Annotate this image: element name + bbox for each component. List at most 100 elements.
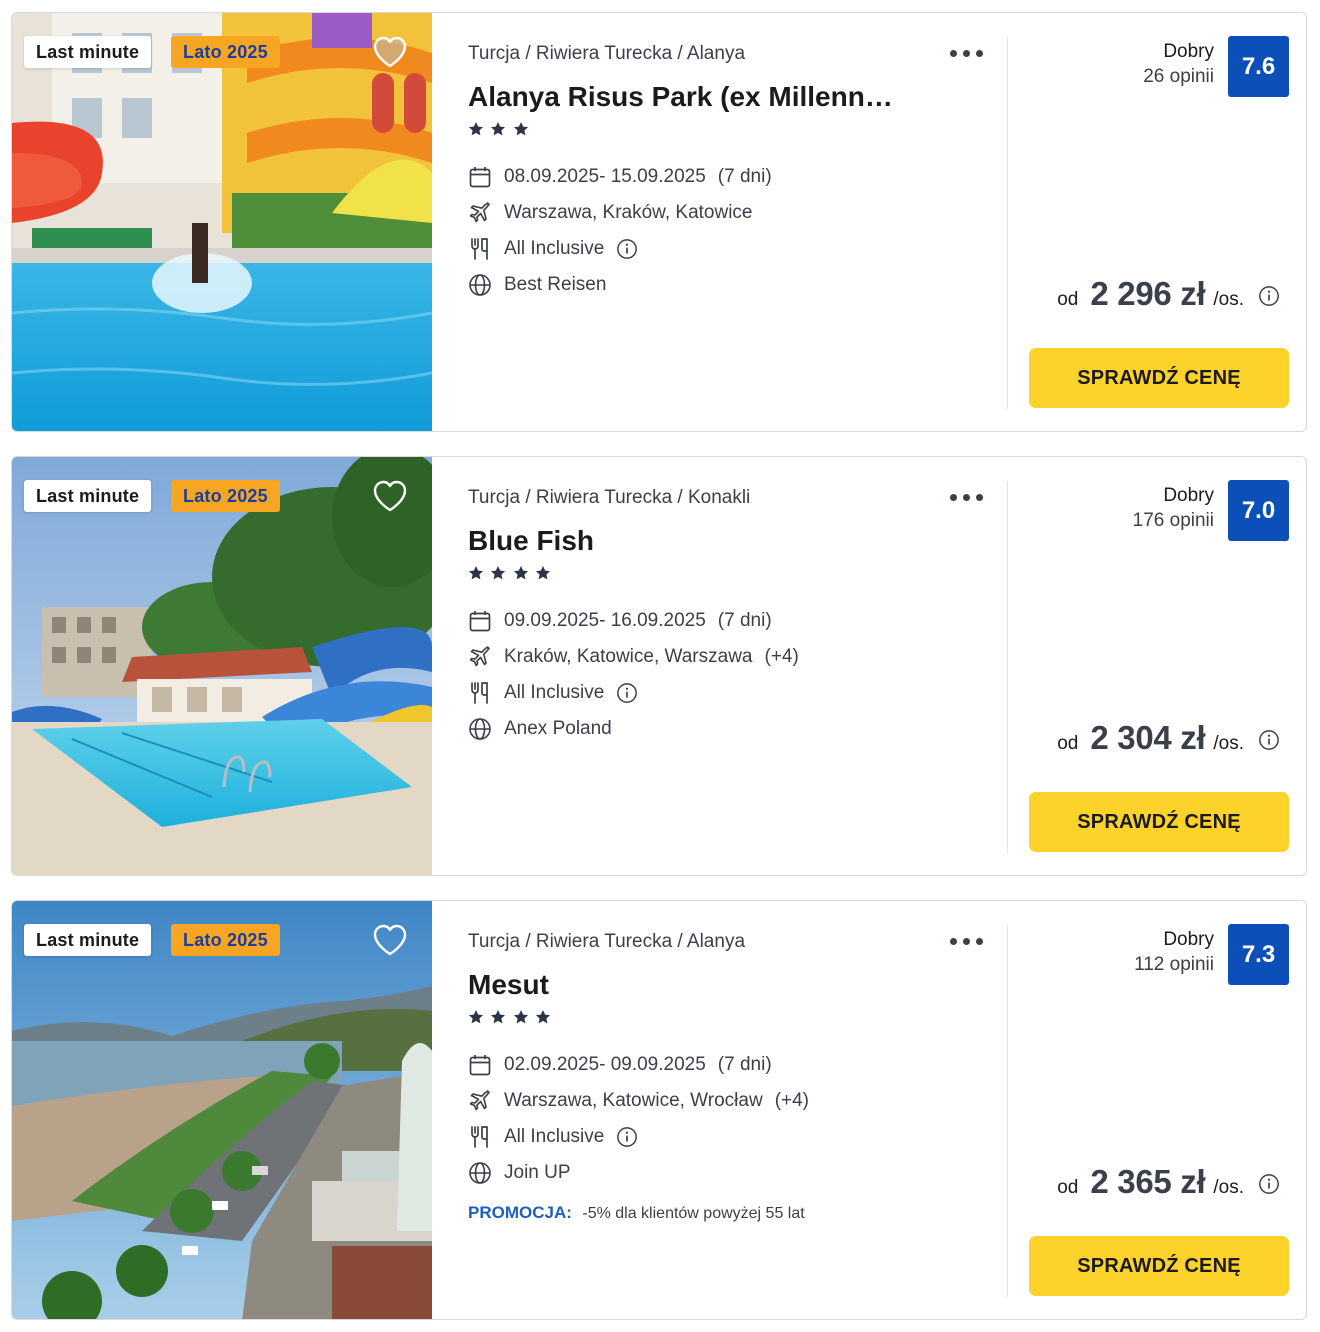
price-info-icon[interactable] [1258,285,1280,307]
plane-icon [469,646,490,667]
rating-word: Dobry [1163,41,1214,62]
star-icon [491,122,506,136]
duration-text: (7 dni) [717,1054,772,1075]
departures-row: Kraków, Katowice, Warszawa (+4) [468,644,799,670]
hotel-pool-waterslide-photo [12,13,432,431]
promotion-text: -5% dla klientów powyżej 55 lat [582,1205,805,1222]
calendar-icon [469,167,491,188]
departures-more[interactable]: (+4) [765,646,799,668]
rating-word: Dobry [1163,929,1214,950]
last-minute-badge: Last minute [24,480,152,512]
review-count: 26 opinii [1143,66,1214,87]
divider [1007,925,1008,1297]
operator-text: Anex Poland [504,718,612,739]
cutlery-icon [471,238,488,260]
more-options-icon[interactable] [950,929,984,953]
globe-icon [469,274,491,296]
price-block: od 2 304 zł /os. [1057,719,1280,757]
rating-score[interactable]: 7.6 [1228,36,1289,97]
operator-row: Join UP [468,1160,571,1186]
more-options-icon[interactable] [950,485,984,509]
hotel-name[interactable]: Blue Fish [468,525,898,557]
price-amount: 2 365 zł [1090,1163,1206,1200]
favorite-heart-icon[interactable] [372,923,408,957]
calendar-icon [469,611,491,632]
check-price-button[interactable]: SPRAWDŹ CENĘ [1029,792,1289,852]
check-price-button[interactable]: SPRAWDŹ CENĘ [1029,1236,1289,1296]
price-info-icon[interactable] [1258,1173,1280,1195]
info-icon[interactable] [616,682,638,704]
offer-card[interactable]: Last minute Lato 2025 Turcja / Riwiera T… [11,12,1307,432]
price-block: od 2 365 zł /os. [1057,1163,1280,1201]
star-icon [536,566,551,580]
check-price-button[interactable]: SPRAWDŹ CENĘ [1029,348,1289,408]
departures-row: Warszawa, Kraków, Katowice [468,200,765,226]
promotion-label: PROMOCJA: [468,1203,572,1222]
price-suffix: /os. [1213,733,1244,754]
star-icon [469,1010,483,1024]
board-text: All Inclusive [504,682,605,703]
offer-info: Turcja / Riwiera Turecka / Konakli Blue … [468,457,993,875]
rating-score[interactable]: 7.0 [1228,480,1289,541]
board-text: All Inclusive [504,1126,605,1147]
last-minute-badge: Last minute [24,36,152,68]
hotel-photo[interactable]: Last minute Lato 2025 [12,457,432,875]
info-icon[interactable] [616,1126,638,1148]
star-icon [513,1010,528,1024]
board-text: All Inclusive [504,238,605,259]
dates-row: 08.09.2025- 15.09.2025 (7 dni) [468,164,772,190]
operator-row: Anex Poland [468,716,612,742]
rating-summary[interactable]: Dobry 176 opinii [1133,485,1214,532]
offer-card[interactable]: Last minute Lato 2025 Turcja / Riwiera T… [11,900,1307,1320]
more-options-icon[interactable] [950,41,984,65]
price-info-icon[interactable] [1258,729,1280,751]
location-breadcrumb[interactable]: Turcja / Riwiera Turecka / Konakli [468,487,750,509]
hotel-name[interactable]: Alanya Risus Park (ex Millennium) [468,81,898,113]
offer-info: Turcja / Riwiera Turecka / Alanya Alanya… [468,13,993,431]
calendar-icon [469,1055,491,1076]
divider [1007,481,1008,853]
hotel-photo[interactable]: Last minute Lato 2025 [12,901,432,1319]
star-icon [491,1010,506,1024]
price-suffix: /os. [1213,289,1244,310]
season-badge: Lato 2025 [171,36,280,68]
hotel-pool-slides-photo [12,457,432,875]
star-rating [468,1009,553,1031]
board-row: All Inclusive [468,236,638,262]
price-prefix: od [1057,733,1079,754]
coastal-town-photo [12,901,432,1319]
rating-summary[interactable]: Dobry 112 opinii [1134,929,1214,976]
price-amount: 2 296 zł [1090,275,1206,312]
price-suffix: /os. [1213,1177,1244,1198]
plane-icon [469,202,490,223]
star-rating [468,565,553,587]
hotel-photo[interactable]: Last minute Lato 2025 [12,13,432,431]
departures-text: Kraków, Katowice, Warszawa [504,646,753,667]
board-row: All Inclusive [468,1124,638,1150]
season-badge: Lato 2025 [171,924,280,956]
departures-row: Warszawa, Katowice, Wrocław (+4) [468,1088,809,1114]
globe-icon [469,1162,491,1184]
favorite-heart-icon[interactable] [372,479,408,513]
duration-text: (7 dni) [717,166,772,187]
favorite-heart-icon[interactable] [372,35,408,69]
offer-card[interactable]: Last minute Lato 2025 Turcja / Riwiera T… [11,456,1307,876]
location-breadcrumb[interactable]: Turcja / Riwiera Turecka / Alanya [468,43,745,65]
location-breadcrumb[interactable]: Turcja / Riwiera Turecka / Alanya [468,931,745,953]
dates-text: 08.09.2025- 15.09.2025 [504,166,706,187]
departures-text: Warszawa, Katowice, Wrocław [504,1090,763,1111]
cutlery-icon [471,682,488,704]
last-minute-badge: Last minute [24,924,152,956]
info-icon[interactable] [616,238,638,260]
rating-summary[interactable]: Dobry 26 opinii [1143,41,1214,88]
globe-icon [469,718,491,740]
offer-info: Turcja / Riwiera Turecka / Alanya Mesut … [468,901,993,1319]
review-count: 112 opinii [1134,954,1214,975]
rating-word: Dobry [1163,485,1214,506]
divider [1007,37,1008,409]
departures-more[interactable]: (+4) [775,1090,809,1112]
star-icon [469,566,483,580]
star-icon [513,122,528,136]
rating-score[interactable]: 7.3 [1228,924,1289,985]
hotel-name[interactable]: Mesut [468,969,898,1001]
